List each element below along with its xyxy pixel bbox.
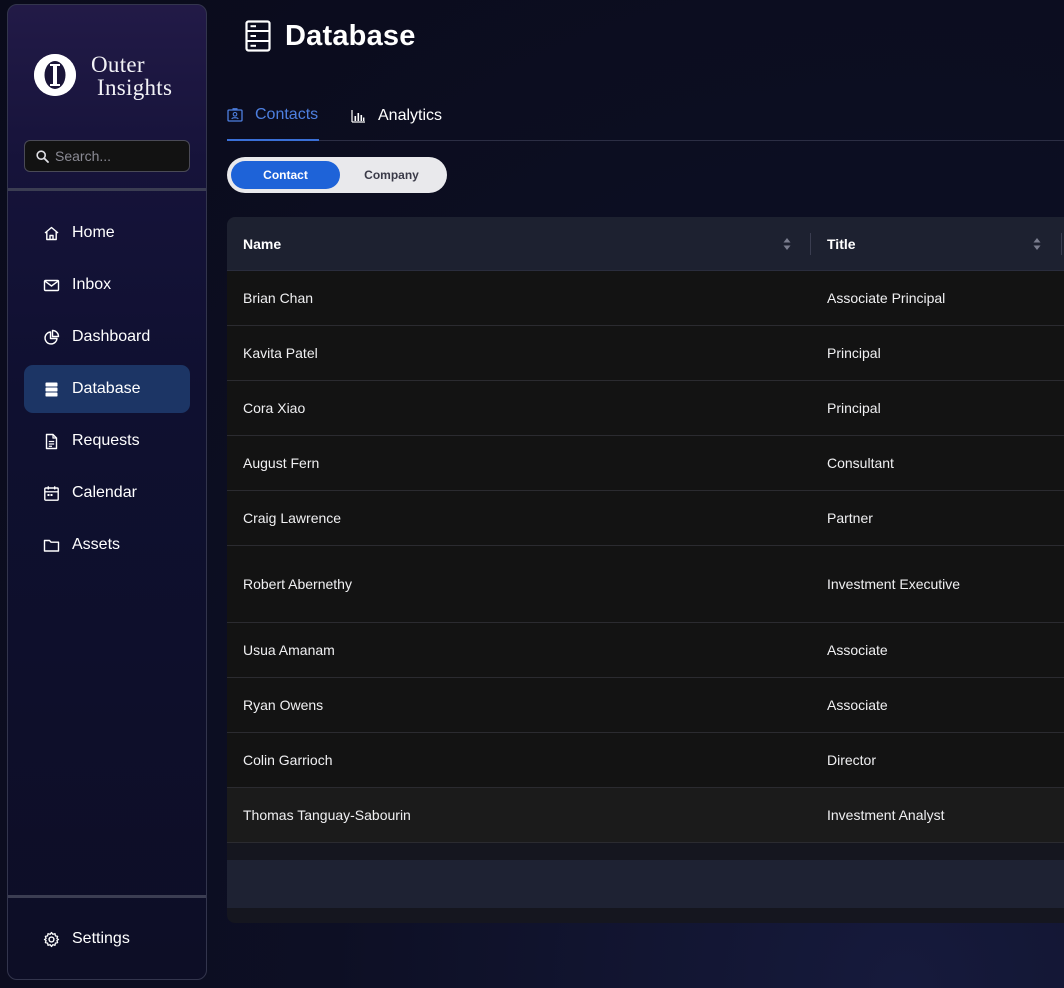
cell-title: Investment Analyst: [827, 807, 945, 823]
brand-name: Outer Insights: [90, 53, 172, 99]
table-row[interactable]: Colin Garrioch Director: [227, 733, 1064, 788]
folder-icon: [43, 539, 60, 552]
calendar-icon: [44, 485, 59, 501]
sidebar-item-label: Assets: [72, 536, 121, 553]
column-divider[interactable]: [1061, 233, 1062, 255]
cell-name: Kavita Patel: [243, 345, 318, 361]
cell-name: Cora Xiao: [243, 400, 306, 416]
column-header-title[interactable]: Title: [827, 217, 856, 271]
sidebar-divider: [8, 188, 206, 191]
cell-name: Usua Amanam: [243, 642, 335, 658]
pie-chart-icon: [44, 329, 60, 345]
circle-i-logo-icon: [34, 54, 76, 96]
sidebar-item-label: Inbox: [72, 276, 112, 293]
contact-company-toggle: Contact Company: [227, 157, 447, 193]
cell-name: Colin Garrioch: [243, 752, 333, 768]
table-footer: [227, 860, 1064, 908]
cell-title: Principal: [827, 345, 881, 361]
tab-label: Analytics: [378, 106, 443, 124]
table-row[interactable]: Cora Xiao Principal: [227, 381, 1064, 436]
cell-name: Brian Chan: [243, 290, 314, 306]
sidebar-item-label: Calendar: [72, 484, 137, 501]
sidebar-item-database[interactable]: Database: [24, 365, 190, 413]
cell-name: Robert Abernethy: [243, 576, 352, 592]
tab-bar: Contacts Analytics: [227, 90, 1064, 141]
cell-name: Craig Lawrence: [243, 510, 342, 526]
cell-title: Consultant: [827, 455, 894, 471]
sidebar-item-label: Requests: [72, 432, 140, 449]
table-row[interactable]: Ryan Owens Associate: [227, 678, 1064, 733]
home-icon: [44, 226, 59, 240]
database-icon: [45, 382, 58, 396]
bar-chart-icon: [351, 109, 365, 123]
column-divider[interactable]: [810, 233, 811, 255]
cell-title: Partner: [827, 510, 873, 526]
cell-name: August Fern: [243, 455, 320, 471]
mail-icon: [43, 279, 60, 291]
gear-icon: [43, 931, 60, 947]
app-window: Outer Insights Home: [0, 0, 1064, 988]
sidebar-item-assets[interactable]: Assets: [24, 521, 190, 569]
sidebar: Outer Insights Home: [7, 4, 207, 980]
search-icon: [36, 149, 49, 163]
tab-label: Contacts: [255, 105, 319, 123]
table-row[interactable]: August Fern Consultant: [227, 436, 1064, 491]
sidebar-item-label: Dashboard: [72, 328, 151, 345]
sidebar-item-settings[interactable]: Settings: [24, 915, 190, 963]
cell-title: Director: [827, 752, 877, 768]
document-icon: [45, 433, 58, 449]
table-row[interactable]: Usua Amanam Associate: [227, 623, 1064, 678]
cell-title: Principal: [827, 400, 881, 416]
brand-line-1: Outer: [91, 52, 145, 77]
toggle-company[interactable]: Company: [340, 161, 443, 189]
table-body: Brian Chan Associate Principal Kavita Pa…: [227, 271, 1064, 843]
table-row[interactable]: Thomas Tanguay-Sabourin Investment Analy…: [227, 788, 1064, 843]
contact-card-icon: [227, 107, 243, 122]
cell-name: Thomas Tanguay-Sabourin: [243, 807, 411, 823]
page-header: Database: [245, 18, 416, 54]
page-title: Database: [285, 19, 416, 52]
tab-analytics[interactable]: Analytics: [351, 90, 442, 141]
toggle-contact[interactable]: Contact: [231, 161, 340, 189]
table-row[interactable]: Kavita Patel Principal: [227, 326, 1064, 381]
cell-title: Associate Principal: [827, 290, 946, 306]
sort-icon[interactable]: [1032, 236, 1042, 252]
sidebar-item-requests[interactable]: Requests: [24, 417, 190, 465]
cell-title: Associate: [827, 642, 888, 658]
search-box[interactable]: [24, 140, 190, 172]
sidebar-item-label: Database: [72, 380, 141, 397]
sidebar-divider: [8, 895, 206, 898]
contacts-table: Name Title Brian Chan Associate Principa…: [227, 217, 1064, 923]
column-header-name[interactable]: Name: [243, 217, 281, 271]
sidebar-nav: Home Inbox Dashboard Database Requests C…: [24, 209, 190, 573]
server-icon: [245, 20, 271, 52]
cell-title: Associate: [827, 697, 888, 713]
table-row[interactable]: Robert Abernethy Investment Executive: [227, 546, 1064, 623]
sidebar-item-inbox[interactable]: Inbox: [24, 261, 190, 309]
cell-title: Investment Executive: [827, 576, 961, 592]
brand-logo[interactable]: Outer Insights: [34, 51, 194, 101]
brand-line-2: Insights: [97, 75, 173, 100]
tab-contacts[interactable]: Contacts: [227, 90, 319, 141]
table-row[interactable]: Brian Chan Associate Principal: [227, 271, 1064, 326]
settings-label: Settings: [72, 930, 130, 947]
table-row[interactable]: Craig Lawrence Partner: [227, 491, 1064, 546]
search-input[interactable]: [55, 148, 185, 164]
table-header: Name Title: [227, 217, 1064, 271]
sidebar-item-calendar[interactable]: Calendar: [24, 469, 190, 517]
sidebar-item-dashboard[interactable]: Dashboard: [24, 313, 190, 361]
sidebar-item-label: Home: [72, 224, 115, 241]
cell-name: Ryan Owens: [243, 697, 324, 713]
sidebar-item-home[interactable]: Home: [24, 209, 190, 257]
sort-icon[interactable]: [782, 236, 792, 252]
